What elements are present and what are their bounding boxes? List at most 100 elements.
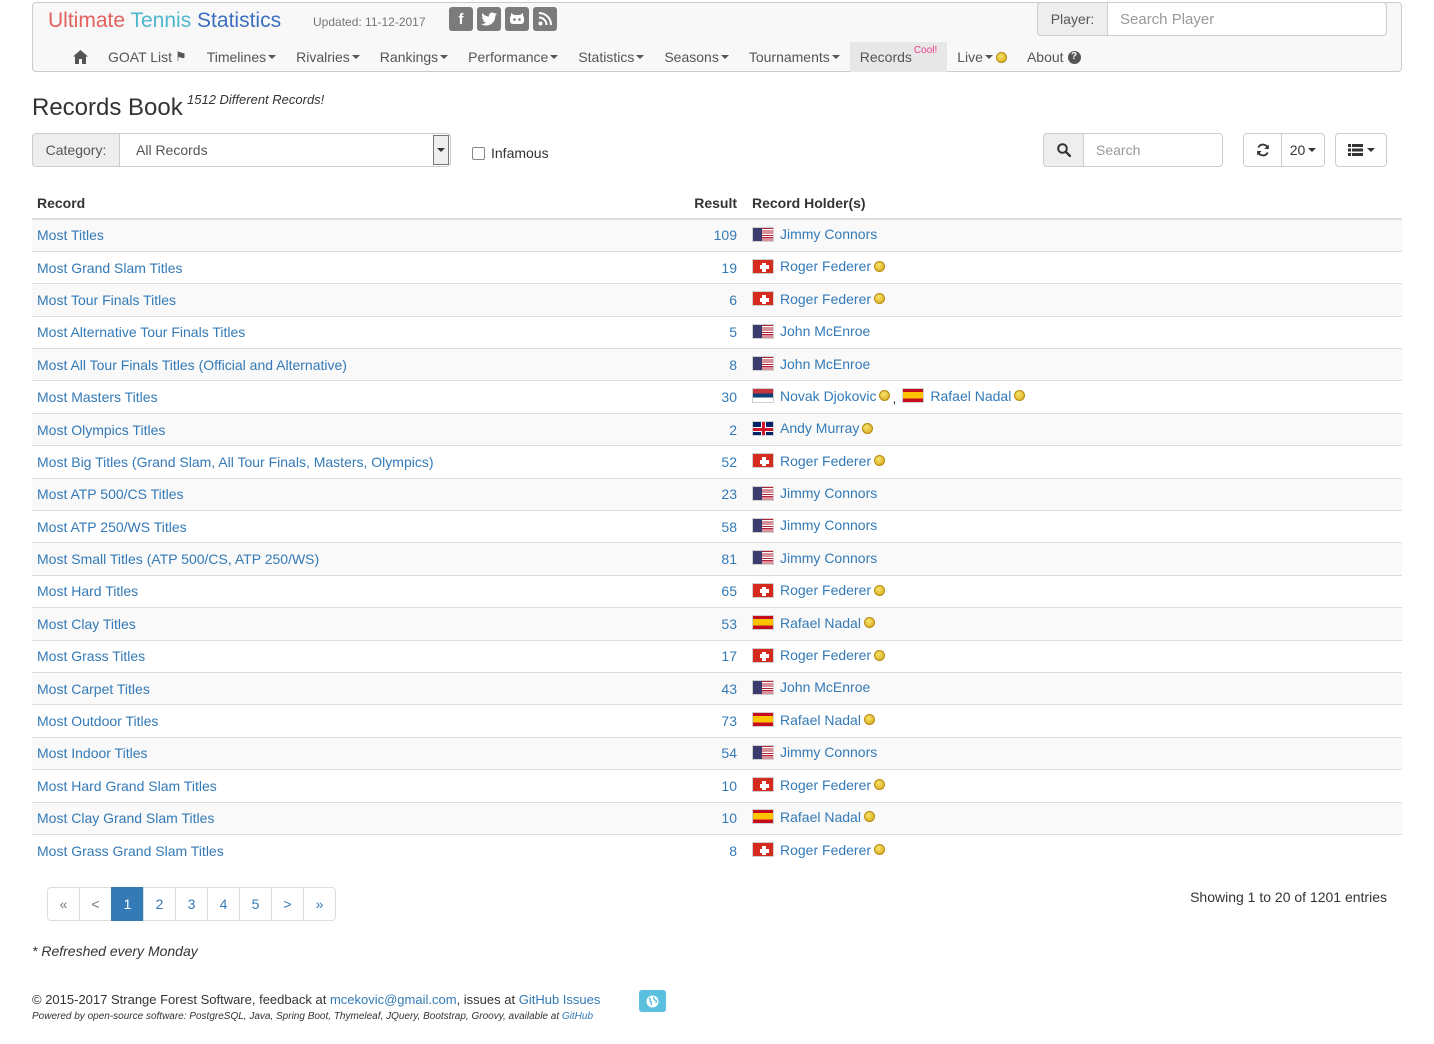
result-link[interactable]: 54 [721,745,737,761]
nav-timelines[interactable]: Timelines [197,42,286,72]
search-icon[interactable] [1043,133,1083,167]
player-link[interactable]: Roger Federer [780,777,871,793]
nav-records[interactable]: Records Cool! [849,42,948,72]
record-link[interactable]: Most ATP 500/CS Titles [37,486,184,502]
page-next-button[interactable]: > [271,887,304,921]
player-link[interactable]: Jimmy Connors [780,485,877,501]
globe-button[interactable] [639,990,666,1012]
result-link[interactable]: 2 [729,422,737,438]
player-link[interactable]: Roger Federer [780,258,871,274]
category-select[interactable]: All Records [119,133,451,167]
twitter-icon[interactable] [477,7,501,31]
result-link[interactable]: 81 [721,551,737,567]
result-link[interactable]: 10 [721,778,737,794]
infamous-checkbox[interactable] [472,146,485,160]
player-link[interactable]: Rafael Nadal [780,615,861,631]
record-search-input[interactable] [1083,133,1223,167]
record-link[interactable]: Most Titles [37,227,104,243]
player-link[interactable]: Jimmy Connors [780,550,877,566]
result-link[interactable]: 10 [721,810,737,826]
record-link[interactable]: Most Hard Titles [37,583,138,599]
nav-goat-list[interactable]: GOAT List ⚑ [98,42,197,72]
nav-home[interactable] [63,42,98,72]
page-first-button[interactable]: « [47,887,80,921]
result-link[interactable]: 65 [721,583,737,599]
record-link[interactable]: Most ATP 250/WS Titles [37,519,187,535]
github-link[interactable]: GitHub [562,1011,593,1022]
player-link[interactable]: Jimmy Connors [780,226,877,242]
nav-tournaments[interactable]: Tournaments [739,42,850,72]
player-link[interactable]: Roger Federer [780,291,871,307]
page-button[interactable]: 2 [143,887,176,921]
player-link[interactable]: John McEnroe [780,323,870,339]
player-link[interactable]: Roger Federer [780,582,871,598]
record-link[interactable]: Most Carpet Titles [37,681,150,697]
brand-logo[interactable]: Ultimate Tennis Statistics [48,9,281,33]
player-link[interactable]: Rafael Nadal [930,388,1011,404]
page-last-button[interactable]: » [303,887,336,921]
player-link[interactable]: Roger Federer [780,647,871,663]
player-link[interactable]: Jimmy Connors [780,517,877,533]
result-link[interactable]: 19 [721,260,737,276]
player-link[interactable]: Novak Djokovic [780,388,876,404]
record-link[interactable]: Most Hard Grand Slam Titles [37,778,217,794]
nav-performance[interactable]: Performance [458,42,568,72]
page-button[interactable]: 5 [239,887,272,921]
result-link[interactable]: 8 [729,357,737,373]
record-link[interactable]: Most Grass Titles [37,648,145,664]
result-link[interactable]: 8 [729,843,737,859]
page-size-button[interactable]: 20 [1282,133,1325,167]
page-button[interactable]: 1 [111,887,144,921]
nav-rankings[interactable]: Rankings [370,42,458,72]
record-link[interactable]: Most Olympics Titles [37,422,165,438]
record-link[interactable]: Most Indoor Titles [37,745,148,761]
player-link[interactable]: Roger Federer [780,842,871,858]
result-link[interactable]: 52 [721,454,737,470]
record-link[interactable]: Most All Tour Finals Titles (Official an… [37,357,347,373]
github-icon[interactable] [505,7,529,31]
nav-rivalries[interactable]: Rivalries [286,42,370,72]
player-link[interactable]: John McEnroe [780,356,870,372]
result-link[interactable]: 58 [721,519,737,535]
result-link[interactable]: 109 [714,227,737,243]
result-link[interactable]: 17 [721,648,737,664]
record-link[interactable]: Most Clay Titles [37,616,136,632]
player-link[interactable]: Jimmy Connors [780,744,877,760]
refresh-button[interactable] [1243,133,1282,167]
player-link[interactable]: Roger Federer [780,453,871,469]
page-button[interactable]: 4 [207,887,240,921]
record-link[interactable]: Most Tour Finals Titles [37,292,176,308]
record-link[interactable]: Most Big Titles (Grand Slam, All Tour Fi… [37,454,434,470]
infamous-toggle[interactable]: Infamous [472,145,549,161]
github-issues-link[interactable]: GitHub Issues [519,992,601,1007]
result-link[interactable]: 73 [721,713,737,729]
record-link[interactable]: Most Grass Grand Slam Titles [37,843,224,859]
record-link[interactable]: Most Clay Grand Slam Titles [37,810,214,826]
result-link[interactable]: 5 [729,324,737,340]
page-prev-button[interactable]: < [79,887,112,921]
column-header-holders[interactable]: Record Holder(s) [742,187,1402,220]
column-header-result[interactable]: Result [642,187,742,220]
column-header-record[interactable]: Record [32,187,642,220]
rss-icon[interactable] [533,7,557,31]
nav-seasons[interactable]: Seasons [654,42,738,72]
record-link[interactable]: Most Masters Titles [37,389,158,405]
feedback-email-link[interactable]: mcekovic@gmail.com [330,992,457,1007]
nav-about[interactable]: About? [1017,42,1091,72]
facebook-icon[interactable]: f [449,7,473,31]
record-link[interactable]: Most Small Titles (ATP 500/CS, ATP 250/W… [37,551,319,567]
player-link[interactable]: Andy Murray [780,420,859,436]
record-link[interactable]: Most Outdoor Titles [37,713,158,729]
player-link[interactable]: Rafael Nadal [780,809,861,825]
columns-button[interactable] [1335,133,1387,167]
record-link[interactable]: Most Grand Slam Titles [37,260,183,276]
page-button[interactable]: 3 [175,887,208,921]
player-search-input[interactable] [1107,2,1387,36]
result-link[interactable]: 43 [721,681,737,697]
record-link[interactable]: Most Alternative Tour Finals Titles [37,324,245,340]
nav-live[interactable]: Live [947,42,1017,72]
player-link[interactable]: Rafael Nadal [780,712,861,728]
player-link[interactable]: John McEnroe [780,679,870,695]
nav-statistics[interactable]: Statistics [568,42,654,72]
result-link[interactable]: 30 [721,389,737,405]
